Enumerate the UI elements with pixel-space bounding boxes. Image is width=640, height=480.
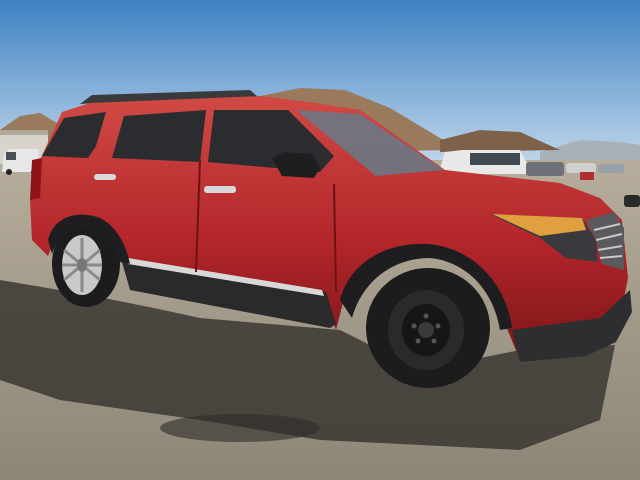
building-roof <box>0 130 48 135</box>
ground-stain <box>160 414 320 442</box>
ground-stain-2 <box>230 350 350 370</box>
rear-door-window <box>112 110 206 162</box>
tail-light <box>30 158 42 200</box>
rear-door-handle <box>94 174 116 180</box>
front-door-handle <box>204 186 236 193</box>
photo-scene <box>0 0 640 480</box>
front-wheel <box>366 268 490 388</box>
